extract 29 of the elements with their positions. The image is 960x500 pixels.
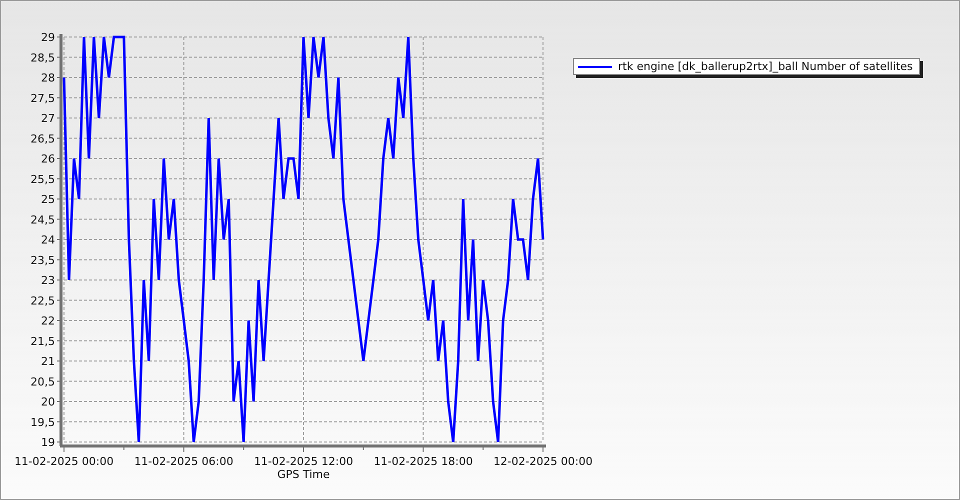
- axis-label: 11-02-2025 18:00: [374, 455, 473, 468]
- axis-label: 20,5: [30, 375, 55, 388]
- axis-label: 11-02-2025 00:00: [14, 455, 114, 468]
- axis-label: 19,5: [30, 416, 55, 429]
- axis-label: 28: [41, 72, 55, 84]
- axis-label: 21: [41, 355, 55, 368]
- axis-label: 28,5: [30, 51, 55, 64]
- axis-label: 27,5: [30, 92, 55, 105]
- axis-label: 21,5: [30, 334, 55, 348]
- axis-label: 11-02-2025 12:00: [254, 455, 354, 468]
- axis-label: 24: [41, 234, 55, 246]
- legend-label: rtk engine [dk_ballerup2rtx]_ball Number of satellites: [618, 60, 913, 73]
- axis-label: 19: [41, 436, 55, 449]
- axis-label: 11-02-2025 06:00: [134, 455, 234, 468]
- axis-label: 12-02-2025 00:00: [493, 455, 593, 468]
- axis-label: 22: [41, 314, 55, 328]
- axis-label: 22,5: [30, 294, 55, 308]
- axis-title: GPS Time: [277, 468, 330, 481]
- axis-label: 25,5: [30, 172, 55, 186]
- axis-label: 26: [41, 152, 55, 166]
- axis-label: 23,5: [30, 254, 55, 267]
- axis-label: 26,5: [30, 132, 55, 146]
- axis-label: 25: [41, 193, 55, 206]
- legend-line-icon: [578, 64, 612, 70]
- axis-label: 20: [41, 396, 55, 408]
- axis-label: 23: [41, 274, 55, 287]
- axis-label: 29: [41, 31, 55, 44]
- axis-label: 27: [41, 112, 55, 125]
- axis-label: 24,5: [30, 213, 55, 226]
